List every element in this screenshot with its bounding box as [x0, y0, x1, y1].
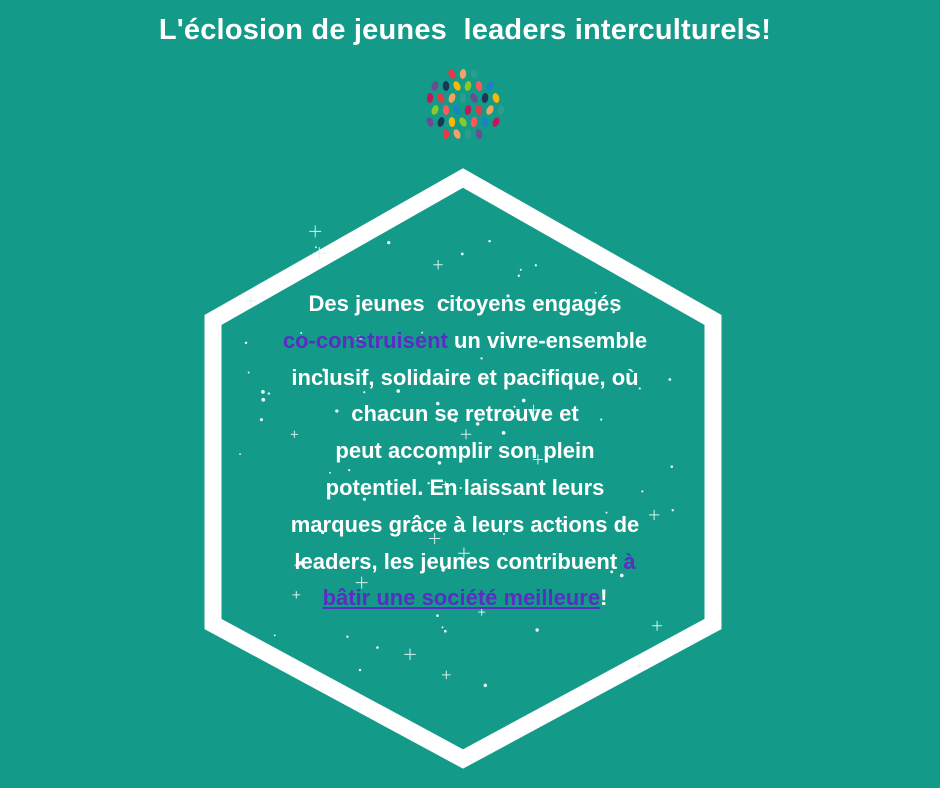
sparkle-star — [652, 620, 663, 631]
sparkle-dot — [519, 268, 522, 271]
message-line-4: chacun se retrouve et — [351, 401, 579, 427]
sparkle-dot — [387, 241, 391, 245]
sparkle-star — [442, 670, 451, 680]
message-line-9: bâtir une société meilleure! — [245, 580, 685, 617]
sparkle-dot — [346, 635, 349, 638]
sparkle-dot — [376, 646, 379, 649]
sparkle-dot — [314, 246, 317, 249]
sparkle-dot — [358, 668, 362, 672]
sparkle-dot — [443, 629, 447, 633]
sparkle-dot — [517, 274, 521, 277]
sparkle-dot — [534, 264, 537, 267]
sparkle-dot — [535, 628, 539, 632]
sparkle-dot — [273, 634, 276, 637]
message-line-6: potentiel. En laissant leurs — [325, 474, 605, 500]
message-line-3: inclusif, solidaire et pacifique, où — [291, 364, 639, 390]
message-line-2: co-construisent un vivre-ensemble — [245, 323, 685, 360]
societe-meilleure-highlight: bâtir une société meilleure — [322, 585, 601, 611]
message-line-5: peut accomplir son plein — [335, 438, 595, 464]
message-line-7: marques grâce à leurs actions de — [290, 511, 640, 537]
sparkle-star — [433, 260, 443, 270]
sparkle-dot — [239, 453, 241, 456]
message-line-9-rest: ! — [600, 585, 608, 611]
message-line-8: leaders, les jeunes contribuent à — [245, 544, 685, 581]
sparkle-dot — [488, 239, 491, 243]
message-line-1: Des jeunes citoyens engagés — [308, 291, 622, 316]
a-highlight: à — [623, 548, 636, 574]
sparkle-dot — [460, 252, 464, 256]
sparkle-dot — [483, 683, 488, 688]
co-construisent-highlight: co-construisent — [282, 327, 448, 353]
sparkle-star — [309, 225, 322, 238]
sparkle-dot — [315, 682, 318, 685]
sparkle-dot — [441, 626, 444, 629]
message-block: Des jeunes citoyens engagés co-construis… — [245, 286, 685, 617]
message-line-8-rest: leaders, les jeunes contribuent — [294, 548, 624, 574]
sparkle-dot — [637, 664, 641, 668]
sparkle-star — [404, 648, 416, 661]
message-line-2-rest: un vivre-ensemble — [447, 327, 648, 353]
